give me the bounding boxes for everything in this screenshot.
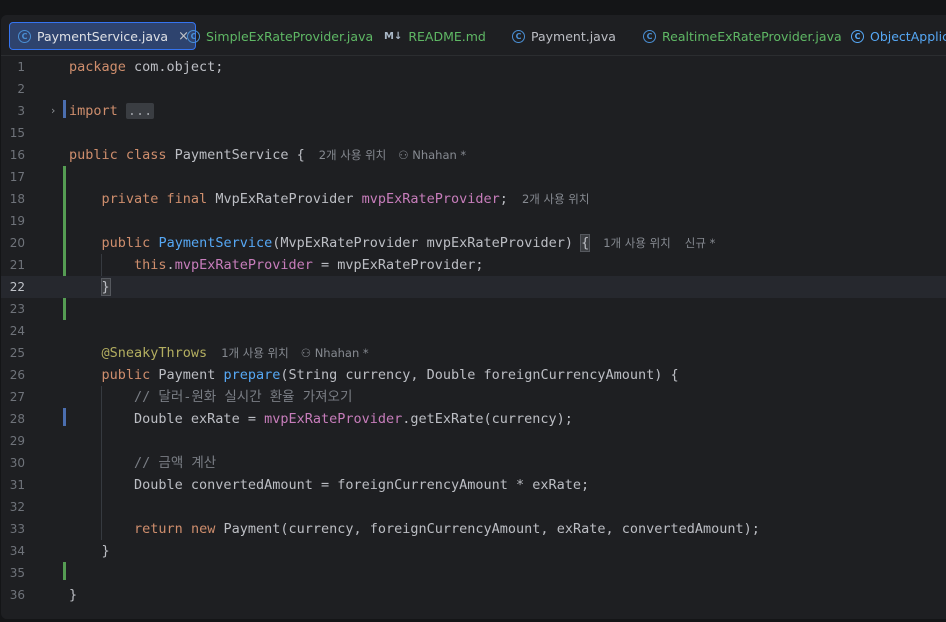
class-icon: C	[187, 29, 200, 43]
line-number: 19	[9, 214, 25, 228]
code-line: 23	[1, 298, 946, 320]
tab-label: RealtimeExRateProvider.java	[662, 28, 842, 44]
line-number: 15	[9, 126, 25, 140]
new-code-hint: 신규 *	[684, 236, 716, 250]
author-hint[interactable]: Nhahan *	[412, 148, 466, 162]
folded-imports[interactable]: ...	[125, 103, 155, 119]
code-line: 1 package com.object;	[1, 56, 946, 78]
tab-payment-service[interactable]: C PaymentService.java ×	[9, 22, 196, 50]
code-line: 16 public class PaymentService {2개 사용 위치…	[1, 144, 946, 166]
line-number: 23	[9, 302, 25, 316]
code-line: 19	[1, 210, 946, 232]
line-number: 34	[9, 544, 25, 558]
line-number: 30	[9, 456, 25, 470]
tab-simple-ex-rate-provider[interactable]: C SimpleExRateProvider.java	[187, 22, 373, 50]
line-number: 18	[9, 192, 25, 206]
line-number: 35	[9, 566, 25, 580]
line-number: 33	[9, 522, 25, 536]
code-editor[interactable]: 1 package com.object; 2 3 › import ... 1…	[1, 56, 946, 619]
code-line: 17	[1, 166, 946, 188]
usages-hint[interactable]: 1개 사용 위치 ⚇ Nhahan *	[221, 346, 368, 360]
line-number: 31	[9, 478, 25, 492]
tab-readme[interactable]: M↓ README.md	[384, 22, 486, 50]
code-line: 21 this.mvpExRateProvider = mvpExRatePro…	[1, 254, 946, 276]
line-number: 32	[9, 500, 25, 514]
line-number: 29	[9, 434, 25, 448]
person-icon: ⚇	[300, 346, 315, 360]
code-line: 29	[1, 430, 946, 452]
code-line: 20 public PaymentService(MvpExRateProvid…	[1, 232, 946, 254]
class-icon: C	[643, 29, 656, 43]
code-line: 34 }	[1, 540, 946, 562]
text-caret	[109, 278, 111, 294]
author-hint[interactable]: Nhahan *	[315, 346, 369, 360]
code-line: 32	[1, 496, 946, 518]
code-line: 26 public Payment prepare(String currenc…	[1, 364, 946, 386]
code-line: 2	[1, 78, 946, 100]
line-number: 26	[9, 368, 25, 382]
line-number: 36	[9, 588, 25, 602]
code-line: 31 Double convertedAmount = foreignCurre…	[1, 474, 946, 496]
code-line: 36 }	[1, 584, 946, 606]
line-number: 16	[9, 148, 25, 162]
line-number: 17	[9, 170, 25, 184]
line-number: 3	[17, 104, 25, 118]
class-icon: C	[512, 29, 525, 43]
markdown-icon: M↓	[384, 30, 403, 42]
line-number: 22	[9, 280, 25, 294]
usages-hint[interactable]: 2개 사용 위치 ⚇ Nhahan *	[319, 148, 466, 162]
class-run-icon: C	[851, 29, 864, 43]
line-number: 20	[9, 236, 25, 250]
tab-label: README.md	[408, 28, 486, 44]
code-line: 30 // 금액 계산	[1, 452, 946, 474]
code-line: 24	[1, 320, 946, 342]
line-number: 1	[17, 60, 25, 74]
usages-hint[interactable]: 2개 사용 위치	[522, 192, 590, 206]
usages-hint[interactable]: 1개 사용 위치	[603, 236, 671, 250]
tab-label: Payment.java	[531, 28, 616, 44]
line-number: 2	[17, 82, 25, 96]
tab-label: ObjectApplica	[870, 28, 946, 44]
line-number: 28	[9, 412, 25, 426]
code-line: 27 // 달러-원화 실시간 환율 가져오기	[1, 386, 946, 408]
tab-object-application[interactable]: C ObjectApplica	[851, 22, 946, 50]
line-number: 24	[9, 324, 25, 338]
tab-label: PaymentService.java	[37, 28, 169, 44]
code-line: 18 private final MvpExRateProvider mvpEx…	[1, 188, 946, 210]
tab-realtime-ex-rate-provider[interactable]: C RealtimeExRateProvider.java	[643, 22, 842, 50]
editor-tab-bar: C PaymentService.java × C SimpleExRatePr…	[1, 15, 946, 56]
ide-window: C PaymentService.java × C SimpleExRatePr…	[1, 15, 946, 619]
class-icon: C	[18, 29, 31, 43]
code-line: 33 return new Payment(currency, foreignC…	[1, 518, 946, 540]
tab-payment[interactable]: C Payment.java	[512, 22, 616, 50]
code-line: 25 @SneakyThrows 1개 사용 위치 ⚇ Nhahan *	[1, 342, 946, 364]
line-number: 27	[9, 390, 25, 404]
code-line: 15	[1, 122, 946, 144]
line-number: 25	[9, 346, 25, 360]
current-line: 22 }	[1, 276, 946, 298]
code-line: 3 › import ...	[1, 100, 946, 122]
chevron-right-icon[interactable]: ›	[51, 100, 55, 122]
code-line: 35	[1, 562, 946, 584]
line-number: 21	[9, 258, 25, 272]
code-line: 28 Double exRate = mvpExRateProvider.get…	[1, 408, 946, 430]
tab-label: SimpleExRateProvider.java	[206, 28, 374, 44]
person-icon: ⚇	[398, 148, 413, 162]
